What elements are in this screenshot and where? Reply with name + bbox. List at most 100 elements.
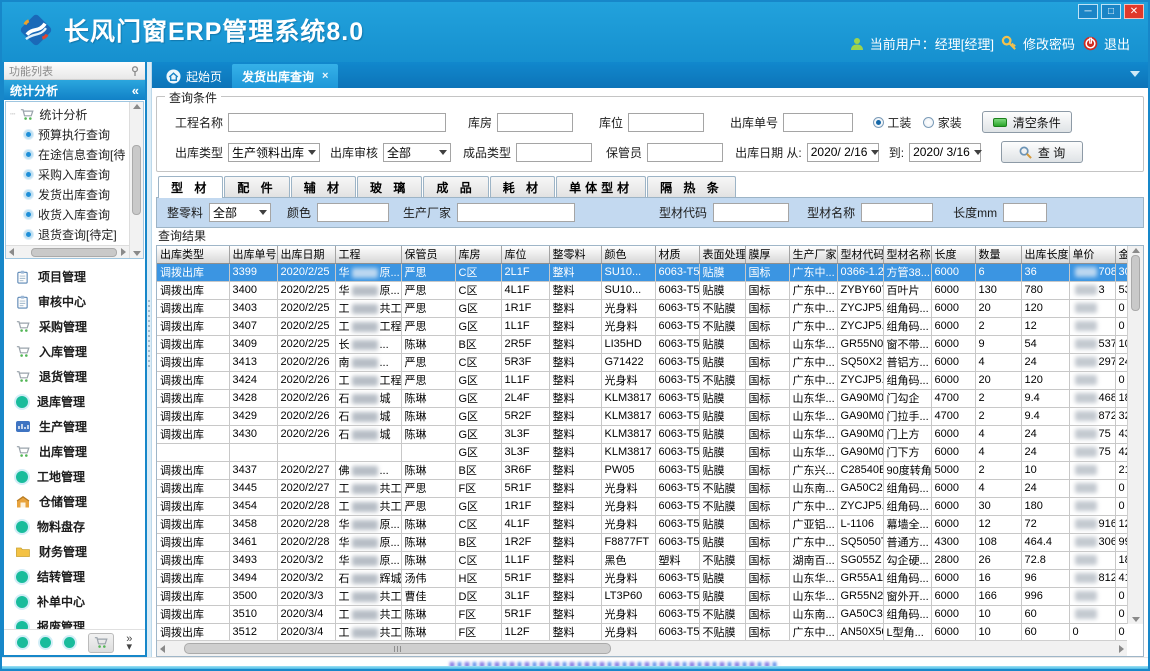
column-header-出库长度[interactable]: 出库长度 — [1021, 246, 1069, 263]
date-from-select[interactable]: 2020/ 2/16 — [807, 143, 879, 162]
tab-home[interactable]: 起始页 — [156, 64, 232, 88]
whole-part-select[interactable]: 全部 — [209, 203, 271, 222]
column-header-库房[interactable]: 库房 — [455, 246, 501, 263]
change-password[interactable]: 修改密码 — [1001, 34, 1075, 53]
scroll-down-icon[interactable] — [133, 251, 141, 256]
tree-item[interactable]: 预算执行查询 — [10, 124, 129, 144]
tree-item[interactable]: 采购入库查询 — [10, 164, 129, 184]
tree-root[interactable]: ┄统计分析 — [10, 104, 129, 124]
tree-vertical-scrollbar[interactable] — [129, 102, 143, 258]
length-input[interactable] — [1003, 203, 1047, 222]
material-tab-隔热条[interactable]: 隔 热 条 — [647, 176, 736, 197]
scroll-right-icon[interactable] — [121, 248, 126, 256]
sidebar-item-报废管理[interactable]: 报废管理 — [4, 614, 145, 629]
column-header-颜色[interactable]: 颜色 — [601, 246, 655, 263]
sidebar-item-补单中心[interactable]: 补单中心 — [4, 589, 145, 614]
table-row[interactable]: 调拨出库35122020/3/4工共工程陈琳F区1L2F整料光身料6063-T5… — [157, 623, 1143, 640]
clear-conditions-button[interactable]: 清空条件 — [982, 111, 1072, 133]
table-row[interactable]: 调拨出库34292020/2/26石城陈琳G区5R2F整料KLM38176063… — [157, 407, 1143, 425]
tab-shipping-query[interactable]: 发货出库查询 × — [232, 64, 338, 88]
sidebar-item-项目管理[interactable]: 项目管理 — [4, 264, 145, 289]
order-no-input[interactable] — [783, 113, 853, 132]
table-row[interactable]: 调拨出库34452020/2/27工共工程严思F区5R1F整料光身料6063-T… — [157, 479, 1143, 497]
sidebar-item-结转管理[interactable]: 结转管理 — [4, 564, 145, 589]
column-header-数量[interactable]: 数量 — [975, 246, 1021, 263]
material-tab-成品[interactable]: 成 品 — [423, 176, 488, 197]
material-tab-辅材[interactable]: 辅 材 — [291, 176, 356, 197]
maximize-button[interactable]: □ — [1101, 4, 1121, 19]
sidebar-item-退库管理[interactable]: 退库管理 — [4, 389, 145, 414]
material-tab-单体型材[interactable]: 单体型材 — [556, 176, 646, 197]
table-row[interactable]: 调拨出库34242020/2/26工工程严思G区1L1F整料光身料6063-T5… — [157, 371, 1143, 389]
table-row[interactable]: 调拨出库34612020/2/28华原...陈琳B区1R2F整料F8877FT6… — [157, 533, 1143, 551]
column-header-型材名称[interactable]: 型材名称 — [883, 246, 931, 263]
table-row[interactable]: 调拨出库34092020/2/25长...陈琳B区2R5F整料LI35HD606… — [157, 335, 1143, 353]
tree-hscroll-thumb[interactable] — [31, 248, 117, 257]
column-header-长度[interactable]: 长度 — [931, 246, 975, 263]
column-header-整零料[interactable]: 整零料 — [549, 246, 601, 263]
table-row[interactable]: 调拨出库34372020/2/27佛...陈琳B区3R6F整料PW056063-… — [157, 461, 1143, 479]
column-header-库位[interactable]: 库位 — [501, 246, 549, 263]
table-row[interactable]: 调拨出库34132020/2/26南...严思C区5R3F整料G71422606… — [157, 353, 1143, 371]
radio-home[interactable]: 家装 — [923, 114, 961, 131]
table-row[interactable]: 调拨出库35102020/3/4工共工程陈琳F区5R1F整料光身料6063-T5… — [157, 605, 1143, 623]
column-header-出库单号[interactable]: 出库单号 — [229, 246, 277, 263]
column-header-保管员[interactable]: 保管员 — [401, 246, 455, 263]
pin-icon[interactable] — [130, 66, 140, 76]
table-row[interactable]: 调拨出库33992020/2/25华原...严思C区2L1F整料SU10...6… — [157, 263, 1143, 281]
column-header-单价[interactable]: 单价 — [1069, 246, 1115, 263]
tree-expand-icon[interactable]: ┄ — [10, 109, 15, 120]
color-input[interactable] — [317, 203, 389, 222]
sidebar-item-采购管理[interactable]: 采购管理 — [4, 314, 145, 339]
product-type-input[interactable] — [516, 143, 592, 162]
sidebar-item-入库管理[interactable]: 入库管理 — [4, 339, 145, 364]
tab-close-icon[interactable]: × — [322, 70, 328, 82]
collapse-icon[interactable]: « — [132, 83, 139, 98]
sidebar-item-生产管理[interactable]: 生产管理 — [4, 414, 145, 439]
material-tab-耗材[interactable]: 耗 材 — [490, 176, 555, 197]
radio-home-icon[interactable] — [923, 117, 934, 128]
out-type-select[interactable]: 生产领料出库 — [228, 143, 320, 162]
tab-list-dropdown-icon[interactable] — [1130, 71, 1140, 77]
table-row[interactable]: 调拨出库34302020/2/26石城陈琳G区3L3F整料KLM38176063… — [157, 425, 1143, 443]
material-tab-型材[interactable]: 型 材 — [158, 176, 223, 198]
table-row[interactable]: 调拨出库34942020/3/2石辉城汤伟H区5R1F整料光身料6063-T5贴… — [157, 569, 1143, 587]
table-row[interactable]: 调拨出库34282020/2/26石城陈琳G区2L4F整料KLM38176063… — [157, 389, 1143, 407]
sidebar-item-出库管理[interactable]: 出库管理 — [4, 439, 145, 464]
sidebar-pager-dot[interactable] — [64, 637, 75, 648]
warehouse-input[interactable] — [497, 113, 573, 132]
sidebar-item-仓储管理[interactable]: 仓储管理 — [4, 489, 145, 514]
project-name-input[interactable] — [228, 113, 446, 132]
sidebar-item-退货管理[interactable]: 退货管理 — [4, 364, 145, 389]
sidebar-pager-dot[interactable] — [40, 637, 51, 648]
column-header-膜厚[interactable]: 膜厚 — [745, 246, 789, 263]
tree-item[interactable]: 退货查询[待定] — [10, 224, 129, 244]
column-header-工程[interactable]: 工程 — [335, 246, 401, 263]
audit-select[interactable]: 全部 — [383, 143, 451, 162]
sidebar-cart-button[interactable] — [88, 633, 114, 653]
column-header-出库日期[interactable]: 出库日期 — [277, 246, 335, 263]
table-row[interactable]: 调拨出库34032020/2/25工共工程严思G区1R1F整料光身料6063-T… — [157, 299, 1143, 317]
table-vertical-scrollbar[interactable] — [1127, 246, 1143, 624]
keeper-input[interactable] — [647, 143, 723, 162]
sidebar-item-物料盘存[interactable]: 物料盘存 — [4, 514, 145, 539]
location-input[interactable] — [628, 113, 704, 132]
column-header-表面处理[interactable]: 表面处理 — [699, 246, 745, 263]
table-hscroll-thumb[interactable] — [184, 643, 611, 654]
table-row[interactable]: G区3L3F整料KLM38176063-T5贴膜国标山东华...GA90M09.… — [157, 443, 1143, 461]
tree-item[interactable]: 收货入库查询 — [10, 204, 129, 224]
sidebar-item-财务管理[interactable]: 财务管理 — [4, 539, 145, 564]
column-header-型材代码[interactable]: 型材代码 — [837, 246, 883, 263]
table-row[interactable]: 调拨出库34002020/2/25华原...严思C区4L1F整料SU10...6… — [157, 281, 1143, 299]
manufacturer-input[interactable] — [457, 203, 575, 222]
tree-horizontal-scrollbar[interactable] — [6, 245, 129, 258]
profile-code-input[interactable] — [713, 203, 789, 222]
date-to-select[interactable]: 2020/ 3/16 — [909, 143, 981, 162]
table-row[interactable]: 调拨出库35002020/3/3工共工程曹佳D区3L1F整料LT3P606063… — [157, 587, 1143, 605]
close-button[interactable]: ✕ — [1124, 4, 1144, 19]
minimize-button[interactable]: ─ — [1078, 4, 1098, 19]
scroll-down-icon[interactable] — [1132, 617, 1140, 622]
sidebar-pager-dot[interactable] — [17, 637, 28, 648]
table-vscroll-thumb[interactable] — [1131, 255, 1140, 311]
table-row[interactable]: 调拨出库34542020/2/28工共工程严思G区1R1F整料光身料6063-T… — [157, 497, 1143, 515]
